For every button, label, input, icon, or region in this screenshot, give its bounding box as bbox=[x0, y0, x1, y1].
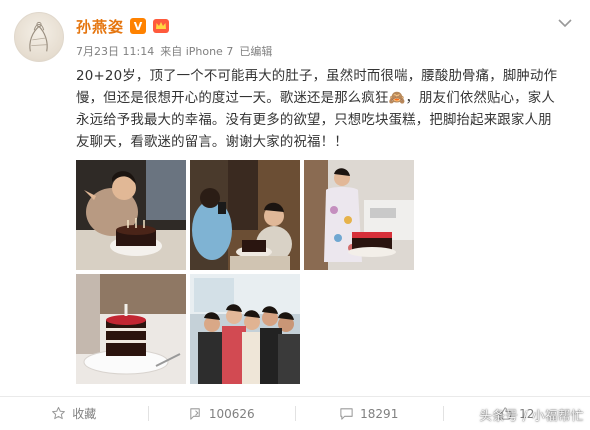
author-name[interactable]: 孙燕姿 bbox=[76, 16, 124, 37]
post-text-line: 20+20岁，顶了一个不可能再大的肚子，虽然时而很喘，腰酸肋骨痛，脚肿动作 bbox=[76, 69, 558, 84]
repost-icon bbox=[190, 408, 200, 420]
comment-icon bbox=[340, 408, 353, 420]
photo-group-family[interactable] bbox=[190, 274, 300, 384]
star-icon bbox=[52, 406, 66, 420]
photo-friends-taking-picture[interactable] bbox=[190, 160, 300, 270]
post-source: 来自 iPhone 7 bbox=[160, 45, 234, 58]
post-meta: 7月23日 11:14 来自 iPhone 7 已编辑 bbox=[76, 43, 272, 59]
avatar[interactable] bbox=[14, 12, 64, 62]
repost-count: 100626 bbox=[208, 406, 255, 421]
favorite-button[interactable]: 收藏 bbox=[0, 397, 148, 430]
post-text-line: 慢，但还是很想开心的度过一天。歌迷还是那么疯狂🙈，朋友们依然贴心，家人 bbox=[76, 91, 555, 106]
photo-birthday-cake-sitting[interactable] bbox=[76, 160, 186, 270]
post-text-line: 友聊天，看歌迷的留言。谢谢大家的祝福！！ bbox=[76, 135, 348, 150]
comment-count: 18291 bbox=[360, 406, 399, 421]
author-row: 孙燕姿 V bbox=[76, 16, 170, 36]
post-timestamp[interactable]: 7月23日 11:14 bbox=[76, 43, 154, 59]
comment-button[interactable]: 18291 bbox=[295, 397, 443, 430]
edited-label[interactable]: 已编辑 bbox=[239, 43, 272, 59]
weibo-post-card: 孙燕姿 V 7月23日 11:14 来自 iPhone 7 已编辑 20+20岁… bbox=[0, 0, 590, 430]
photo-cake-closeup[interactable] bbox=[76, 274, 186, 384]
chevron-down-icon[interactable] bbox=[558, 18, 572, 28]
photo-standing-with-cake[interactable] bbox=[304, 160, 414, 270]
post-text-line: 永远给予我最大的幸福。没有更多的欲望，只想吃块蛋糕，把脚抬起来跟家人朋 bbox=[76, 113, 552, 128]
favorite-label: 收藏 bbox=[72, 407, 97, 421]
crown-icon bbox=[153, 19, 170, 33]
repost-button[interactable]: 100626 bbox=[147, 397, 296, 430]
post-text: 20+20岁，顶了一个不可能再大的肚子，虽然时而很喘，腰酸肋骨痛，脚肿动作 慢，… bbox=[76, 66, 576, 154]
verified-badge: V bbox=[130, 18, 147, 34]
watermark: 头条号 / 小福帮忙 bbox=[479, 408, 584, 423]
